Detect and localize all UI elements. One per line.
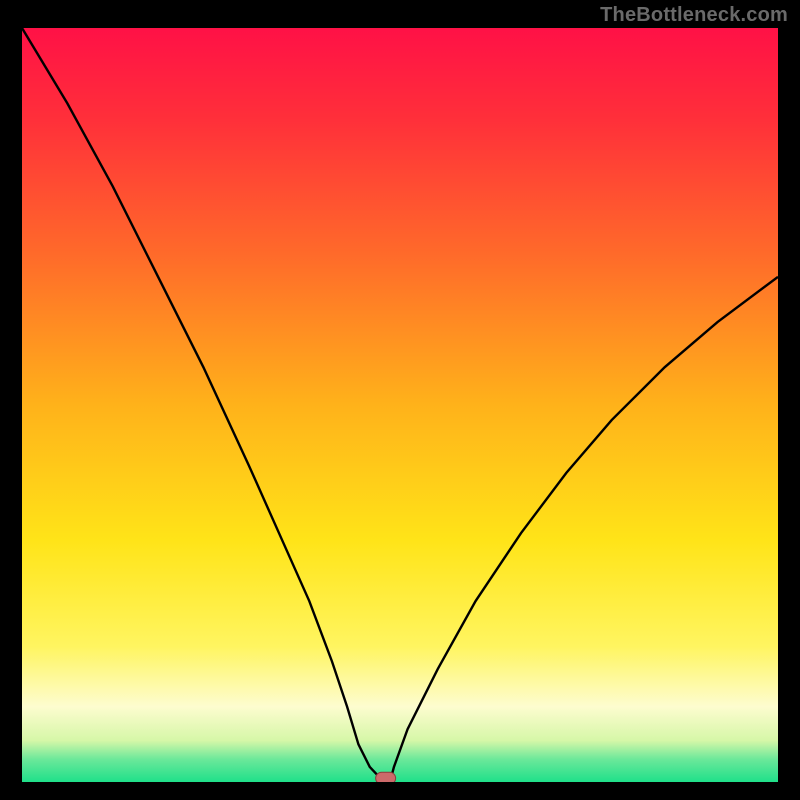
watermark-text: TheBottleneck.com xyxy=(600,4,788,27)
minimum-marker xyxy=(376,772,396,782)
plot-area xyxy=(22,28,778,782)
bottleneck-chart xyxy=(22,28,778,782)
gradient-background xyxy=(22,28,778,782)
app-frame: TheBottleneck.com xyxy=(0,0,800,800)
